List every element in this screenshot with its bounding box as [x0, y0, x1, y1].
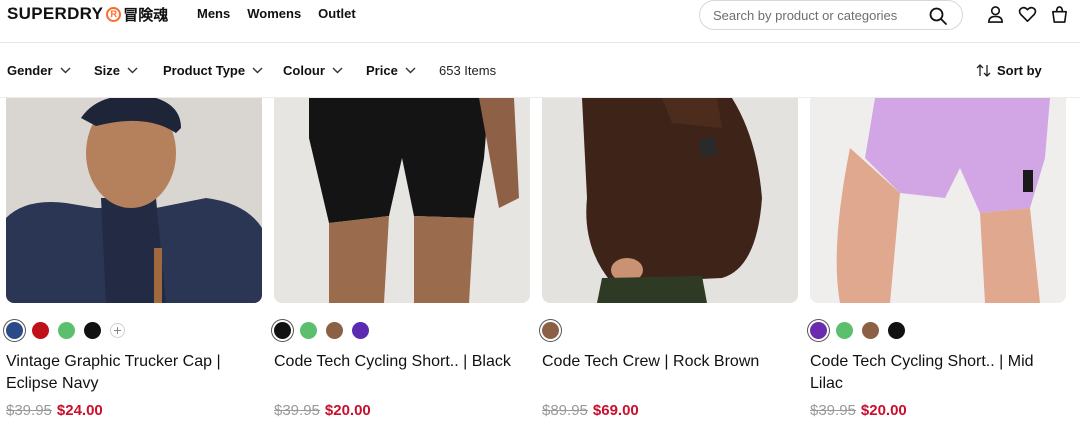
filter-product-type-label: Product Type: [163, 63, 246, 78]
swatch-eclipse-navy[interactable]: [6, 322, 23, 339]
swatch-brown[interactable]: [862, 322, 879, 339]
sort-label: Sort by: [997, 63, 1042, 78]
sale-price: $20.00: [860, 402, 907, 419]
swatch-mid-lilac[interactable]: [810, 322, 827, 339]
chevron-down-icon: [252, 67, 263, 74]
filter-price[interactable]: Price: [366, 63, 416, 78]
filter-product-type[interactable]: Product Type: [163, 63, 263, 78]
filter-gender[interactable]: Gender: [7, 63, 71, 78]
sale-price: $24.00: [56, 402, 103, 419]
swatch-green[interactable]: [58, 322, 75, 339]
product-title[interactable]: Vintage Graphic Trucker Cap | Eclipse Na…: [6, 351, 266, 395]
swatch-black[interactable]: [84, 322, 101, 339]
chevron-down-icon: [405, 67, 416, 74]
swatch-brown[interactable]: [326, 322, 343, 339]
color-swatches: [542, 322, 559, 339]
chevron-down-icon: [127, 67, 138, 74]
filter-size[interactable]: Size: [94, 63, 138, 78]
swatch-rock-brown[interactable]: [542, 322, 559, 339]
filter-gender-label: Gender: [7, 63, 53, 78]
product-price: $89.95 $69.00: [542, 402, 639, 419]
main-nav: Mens Womens Outlet: [197, 6, 356, 21]
sort-arrows-icon: [976, 64, 991, 77]
product-image[interactable]: [542, 98, 798, 303]
registered-mark: R: [106, 6, 122, 22]
original-price: $39.95: [810, 402, 856, 419]
sale-price: $20.00: [324, 402, 371, 419]
nav-item-mens[interactable]: Mens: [197, 6, 230, 21]
filter-colour[interactable]: Colour: [283, 63, 343, 78]
nav-item-outlet[interactable]: Outlet: [318, 6, 356, 21]
header-actions: [986, 5, 1069, 24]
original-price: $89.95: [542, 402, 588, 419]
chevron-down-icon: [332, 67, 343, 74]
filter-colour-label: Colour: [283, 63, 325, 78]
sale-price: $69.00: [592, 402, 639, 419]
swatch-green[interactable]: [836, 322, 853, 339]
color-swatches: [810, 322, 905, 339]
bag-icon[interactable]: [1050, 5, 1069, 24]
chevron-down-icon: [60, 67, 71, 74]
item-count: 653 Items: [439, 63, 497, 78]
site-header: SUPERDRY R 冒険魂 Mens Womens Outlet: [0, 0, 1080, 43]
nav-item-womens[interactable]: Womens: [247, 6, 301, 21]
more-colors-button[interactable]: +: [110, 323, 125, 338]
filter-bar: Gender Size Product Type Colour Price 65…: [0, 43, 1080, 98]
filter-size-label: Size: [94, 63, 121, 78]
heart-icon[interactable]: [1018, 5, 1037, 24]
account-icon[interactable]: [986, 5, 1005, 24]
product-price: $39.95 $20.00: [810, 402, 907, 419]
color-swatches: [274, 322, 369, 339]
swatch-black[interactable]: [274, 322, 291, 339]
product-title[interactable]: Code Tech Cycling Short.. | Black: [274, 351, 534, 373]
sort-button[interactable]: Sort by: [976, 63, 1042, 78]
brand-cjk: 冒険魂: [123, 5, 169, 24]
brand-name: SUPERDRY: [7, 4, 104, 23]
search-bar: [699, 0, 963, 30]
search-input[interactable]: [713, 7, 918, 23]
product-title[interactable]: Code Tech Crew | Rock Brown: [542, 351, 802, 373]
search-icon[interactable]: [928, 6, 948, 26]
product-image[interactable]: [6, 98, 262, 303]
product-image[interactable]: [274, 98, 530, 303]
filter-price-label: Price: [366, 63, 398, 78]
color-swatches: +: [6, 322, 125, 339]
swatch-red[interactable]: [32, 322, 49, 339]
swatch-purple[interactable]: [352, 322, 369, 339]
product-image[interactable]: [810, 98, 1066, 303]
product-price: $39.95 $20.00: [274, 402, 371, 419]
swatch-green[interactable]: [300, 322, 317, 339]
product-title[interactable]: Code Tech Cycling Short.. | Mid Lilac: [810, 351, 1070, 395]
original-price: $39.95: [274, 402, 320, 419]
brand-logo[interactable]: SUPERDRY R 冒険魂: [7, 3, 168, 25]
original-price: $39.95: [6, 402, 52, 419]
swatch-black[interactable]: [888, 322, 905, 339]
product-price: $39.95 $24.00: [6, 402, 103, 419]
